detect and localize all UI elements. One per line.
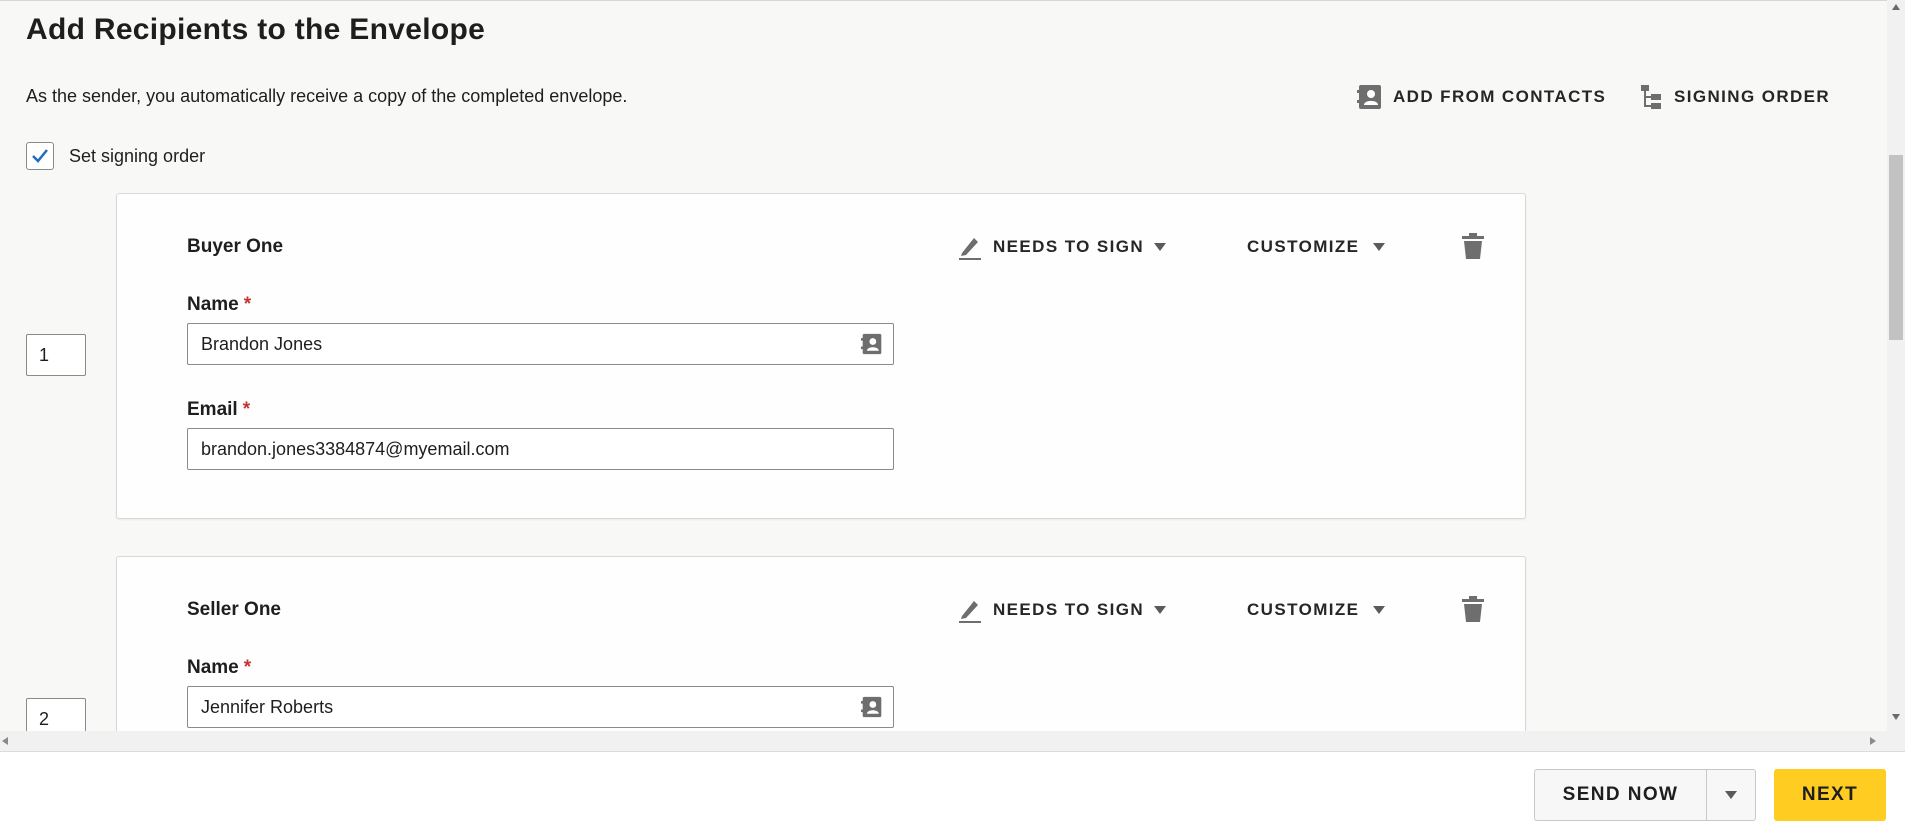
- recipient-card: Buyer One NEEDS TO SIGN CUSTOMIZE Name * …: [116, 193, 1526, 519]
- contact-card-icon[interactable]: [861, 696, 883, 718]
- needs-to-sign-label: NEEDS TO SIGN: [993, 600, 1145, 619]
- recipient-order-input[interactable]: 1: [26, 334, 86, 376]
- required-marker: *: [242, 399, 251, 420]
- signing-order-button[interactable]: SIGNING ORDER: [1640, 83, 1830, 111]
- needs-to-sign-label: NEEDS TO SIGN: [993, 237, 1145, 256]
- contact-card-icon: [1357, 85, 1381, 109]
- name-field-value: Brandon Jones: [201, 334, 323, 354]
- pen-icon: [959, 601, 981, 623]
- vertical-scroll-thumb[interactable]: [1889, 155, 1903, 340]
- scroll-down-arrow-icon[interactable]: [1892, 714, 1900, 720]
- required-marker: *: [243, 294, 252, 315]
- email-label-text: Email: [187, 399, 238, 420]
- send-now-options-button[interactable]: [1706, 769, 1756, 821]
- scroll-right-arrow-icon[interactable]: [1870, 737, 1876, 745]
- scroll-up-arrow-icon[interactable]: [1892, 4, 1900, 10]
- send-now-button[interactable]: SEND NOW: [1534, 769, 1706, 821]
- name-field[interactable]: Brandon Jones: [187, 323, 894, 365]
- trash-icon[interactable]: [1461, 595, 1485, 623]
- set-signing-order-checkbox[interactable]: [26, 142, 54, 170]
- recipient-role-name: Buyer One: [187, 236, 284, 257]
- set-signing-order-label: Set signing order: [69, 145, 206, 166]
- next-button[interactable]: NEXT: [1774, 769, 1886, 821]
- name-label-text: Name: [187, 294, 239, 315]
- recipient-order-input[interactable]: 2: [26, 698, 86, 731]
- customize-dropdown[interactable]: CUSTOMIZE: [1247, 232, 1386, 262]
- page-subtitle: As the sender, you automatically receive…: [26, 86, 628, 106]
- scroll-left-arrow-icon[interactable]: [2, 737, 8, 745]
- customize-dropdown[interactable]: CUSTOMIZE: [1247, 595, 1386, 625]
- name-label: Name *: [187, 294, 251, 316]
- name-field-value: Jennifer Roberts: [201, 697, 334, 717]
- page-title: Add Recipients to the Envelope: [26, 13, 486, 46]
- recipient-card: Seller One NEEDS TO SIGN CUSTOMIZE Name *…: [116, 556, 1526, 731]
- set-signing-order-row: Set signing order: [26, 142, 205, 170]
- customize-label: CUSTOMIZE: [1247, 600, 1360, 619]
- signing-order-label: SIGNING ORDER: [1674, 87, 1831, 106]
- scrollbar-corner: [1887, 731, 1905, 751]
- trash-icon[interactable]: [1461, 232, 1485, 260]
- name-label-text: Name: [187, 657, 239, 678]
- add-from-contacts-label: ADD FROM CONTACTS: [1393, 87, 1607, 106]
- pen-icon: [959, 238, 981, 260]
- name-field[interactable]: Jennifer Roberts: [187, 686, 894, 728]
- customize-label: CUSTOMIZE: [1247, 237, 1360, 256]
- caret-down-icon: [1725, 791, 1737, 799]
- caret-down-icon: [1154, 606, 1167, 614]
- main-content: Add Recipients to the Envelope As the se…: [0, 0, 1887, 731]
- name-label: Name *: [187, 657, 251, 679]
- required-marker: *: [243, 657, 252, 678]
- needs-to-sign-dropdown[interactable]: NEEDS TO SIGN: [957, 595, 1167, 625]
- email-field-value: brandon.jones3384874@myemail.com: [201, 439, 510, 459]
- email-field[interactable]: brandon.jones3384874@myemail.com: [187, 428, 894, 470]
- horizontal-scrollbar[interactable]: [0, 731, 1887, 751]
- vertical-scrollbar[interactable]: [1887, 0, 1905, 731]
- caret-down-icon: [1154, 243, 1167, 251]
- caret-down-icon: [1373, 606, 1386, 614]
- caret-down-icon: [1373, 243, 1386, 251]
- checkmark-icon: [32, 149, 48, 163]
- signing-order-icon: [1641, 85, 1661, 109]
- needs-to-sign-dropdown[interactable]: NEEDS TO SIGN: [957, 232, 1167, 262]
- email-label: Email *: [187, 399, 250, 421]
- contact-card-icon[interactable]: [861, 333, 883, 355]
- recipient-role-name: Seller One: [187, 599, 281, 620]
- add-from-contacts-button[interactable]: ADD FROM CONTACTS: [1357, 83, 1606, 111]
